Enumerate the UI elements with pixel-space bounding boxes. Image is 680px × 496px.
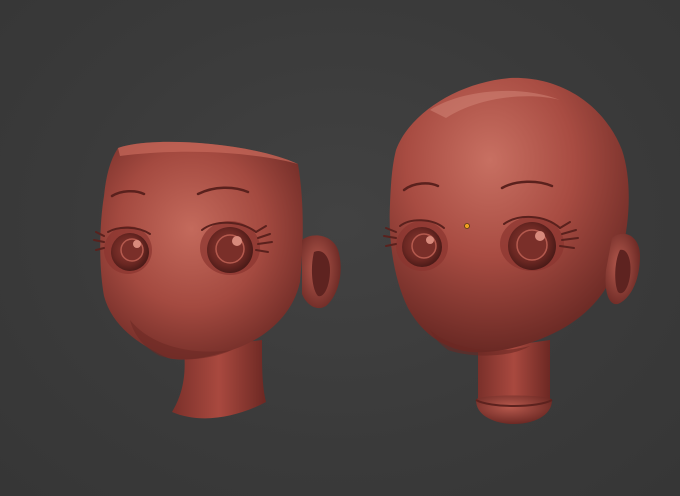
neck-cap	[476, 395, 552, 424]
eye-left-b-glint	[232, 236, 242, 246]
eye-left-a-glint	[133, 240, 141, 248]
eye-right-a-glint	[426, 236, 434, 244]
eye-right-b-glint	[535, 231, 545, 241]
cranium	[389, 77, 629, 353]
object-origin-marker[interactable]	[464, 223, 470, 229]
3d-viewport[interactable]	[0, 0, 680, 496]
ear-left-head	[302, 235, 341, 309]
head-bald[interactable]	[383, 77, 640, 424]
sculpt-scene[interactable]	[0, 0, 680, 496]
head-open-top[interactable]	[93, 141, 341, 419]
